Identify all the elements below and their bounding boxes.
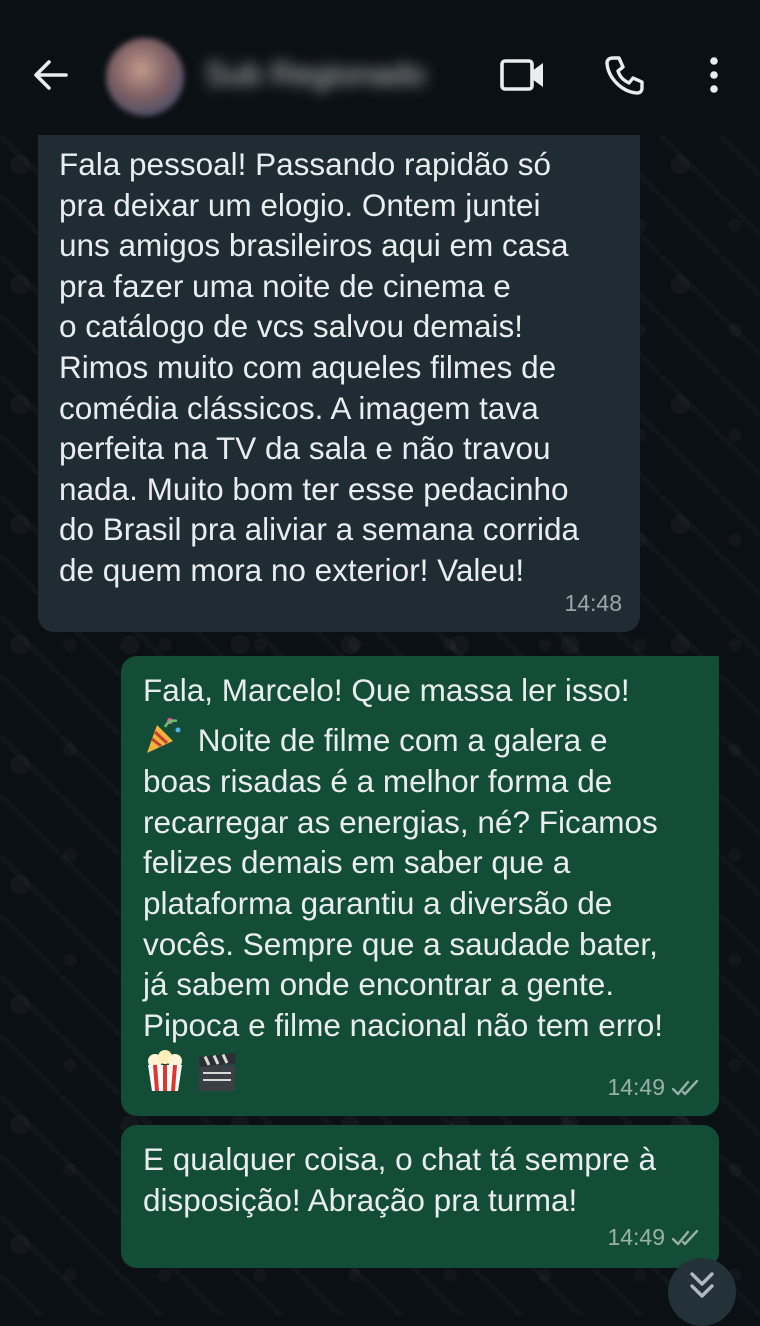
message-list[interactable]: Fala pessoal! Passando rapidão só pra de… — [0, 0, 760, 1326]
outgoing-message-bubble[interactable]: E qualquer coisa, o chat tá sempre à dis… — [121, 1125, 719, 1268]
message-time: 14:49 — [607, 1217, 701, 1258]
timestamp: 14:49 — [607, 1074, 665, 1101]
back-button[interactable] — [28, 55, 72, 95]
voice-call-button[interactable] — [602, 52, 648, 98]
message-time: 14:49 — [607, 1067, 701, 1108]
message-text: Fala pessoal! Passando rapidão só pra de… — [59, 146, 579, 588]
double-chevron-down-icon — [690, 1272, 714, 1298]
message-line: Fala, Marcelo! Que massa ler isso! — [143, 672, 630, 708]
video-call-button[interactable] — [498, 52, 548, 98]
contact-avatar[interactable] — [106, 38, 184, 116]
message-line-with-emoji: Noite de filme com a galera e — [143, 715, 701, 761]
scroll-to-bottom-button[interactable] — [668, 1258, 736, 1326]
party-popper-icon — [147, 717, 181, 753]
back-arrow-icon — [34, 60, 68, 90]
message-text: E qualquer coisa, o chat tá sempre à dis… — [143, 1141, 657, 1218]
read-receipt-icon — [671, 1079, 699, 1095]
popcorn-icon — [148, 1050, 182, 1092]
message-text: Noite de filme com a galera e — [197, 721, 608, 758]
timestamp: 14:49 — [607, 1224, 665, 1251]
message-text: boas risadas é a melhor forma de recarre… — [143, 763, 664, 1043]
timestamp: 14:48 — [564, 590, 622, 617]
incoming-message-bubble[interactable]: Fala pessoal! Passando rapidão só pra de… — [38, 120, 640, 632]
more-options-icon — [710, 57, 718, 93]
video-call-icon — [500, 59, 543, 91]
message-time: 14:48 — [564, 583, 622, 624]
outgoing-message-bubble[interactable]: Fala, Marcelo! Que massa ler isso! Noite… — [121, 656, 719, 1116]
read-receipt-icon — [671, 1229, 699, 1245]
chat-header: Sub Regionado — [0, 0, 760, 135]
voice-call-icon — [605, 56, 644, 95]
clapper-board-icon — [199, 1053, 236, 1092]
contact-name[interactable]: Sub Regionado — [205, 52, 465, 96]
more-options-button[interactable] — [700, 52, 728, 98]
